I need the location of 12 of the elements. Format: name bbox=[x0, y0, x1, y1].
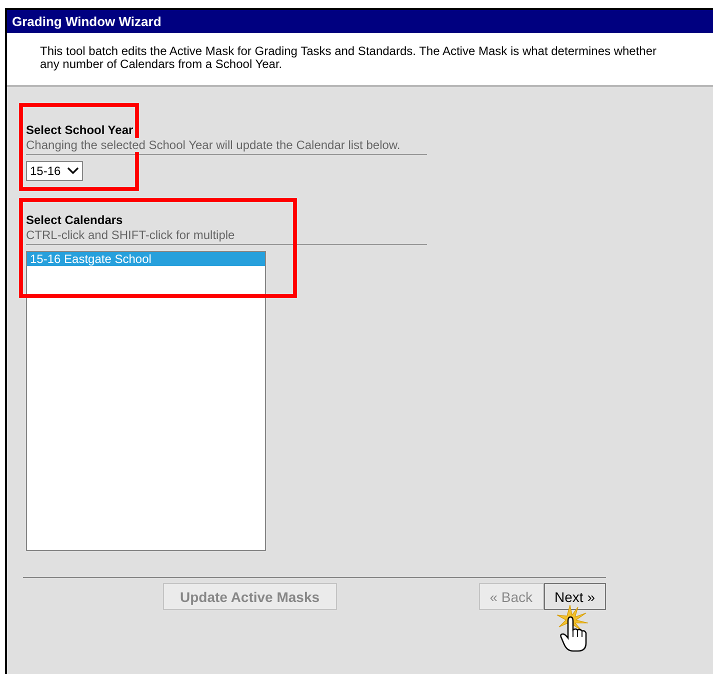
section-label: Select School Year bbox=[26, 123, 134, 137]
nav-button[interactable]: Next » bbox=[544, 583, 606, 610]
calendar-list[interactable]: 15-16 Eastgate School bbox=[26, 251, 266, 551]
description-text: This tool batch edits the Active Mask for Grading Tasks and Standards. The Active Mask is what determines whether bbox=[40, 45, 658, 58]
description-text: any number of Calendars from a School Year. bbox=[40, 58, 282, 71]
window-title: Grading Window Wizard bbox=[7, 10, 713, 33]
list-item[interactable]: 15-16 Eastgate School bbox=[27, 252, 265, 266]
section-label: Select Calendars bbox=[26, 213, 124, 227]
hint-text: Changing the selected School Year will update the Calendar list below. bbox=[26, 138, 400, 152]
chevron-down-icon bbox=[66, 167, 79, 175]
hint-text: CTRL-click and SHIFT-click for multiple bbox=[26, 228, 235, 242]
year-dropdown[interactable]: 15-16 bbox=[26, 161, 83, 181]
